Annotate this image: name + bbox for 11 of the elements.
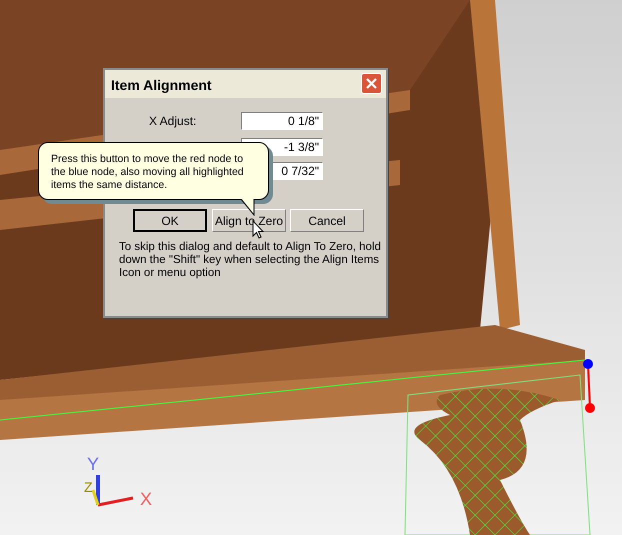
z-axis-label: Z [84,480,93,494]
close-button[interactable] [361,73,382,94]
input-field[interactable]: 0 1/8" [241,112,323,130]
window-title: Item Alignment [111,76,212,95]
close-icon [366,78,377,89]
hint-text: To skip this dialog and default to Align To Zero, hold down the "Shift" key when selecting the Align Items Icon or menu option [119,241,381,280]
dialog-button[interactable]: Cancel [290,209,364,232]
y-axis-label: Y [87,455,100,473]
x-axis-label: X [140,490,152,508]
dialog-button[interactable]: OK [133,209,207,232]
field-label: X Adjust: [149,113,196,130]
